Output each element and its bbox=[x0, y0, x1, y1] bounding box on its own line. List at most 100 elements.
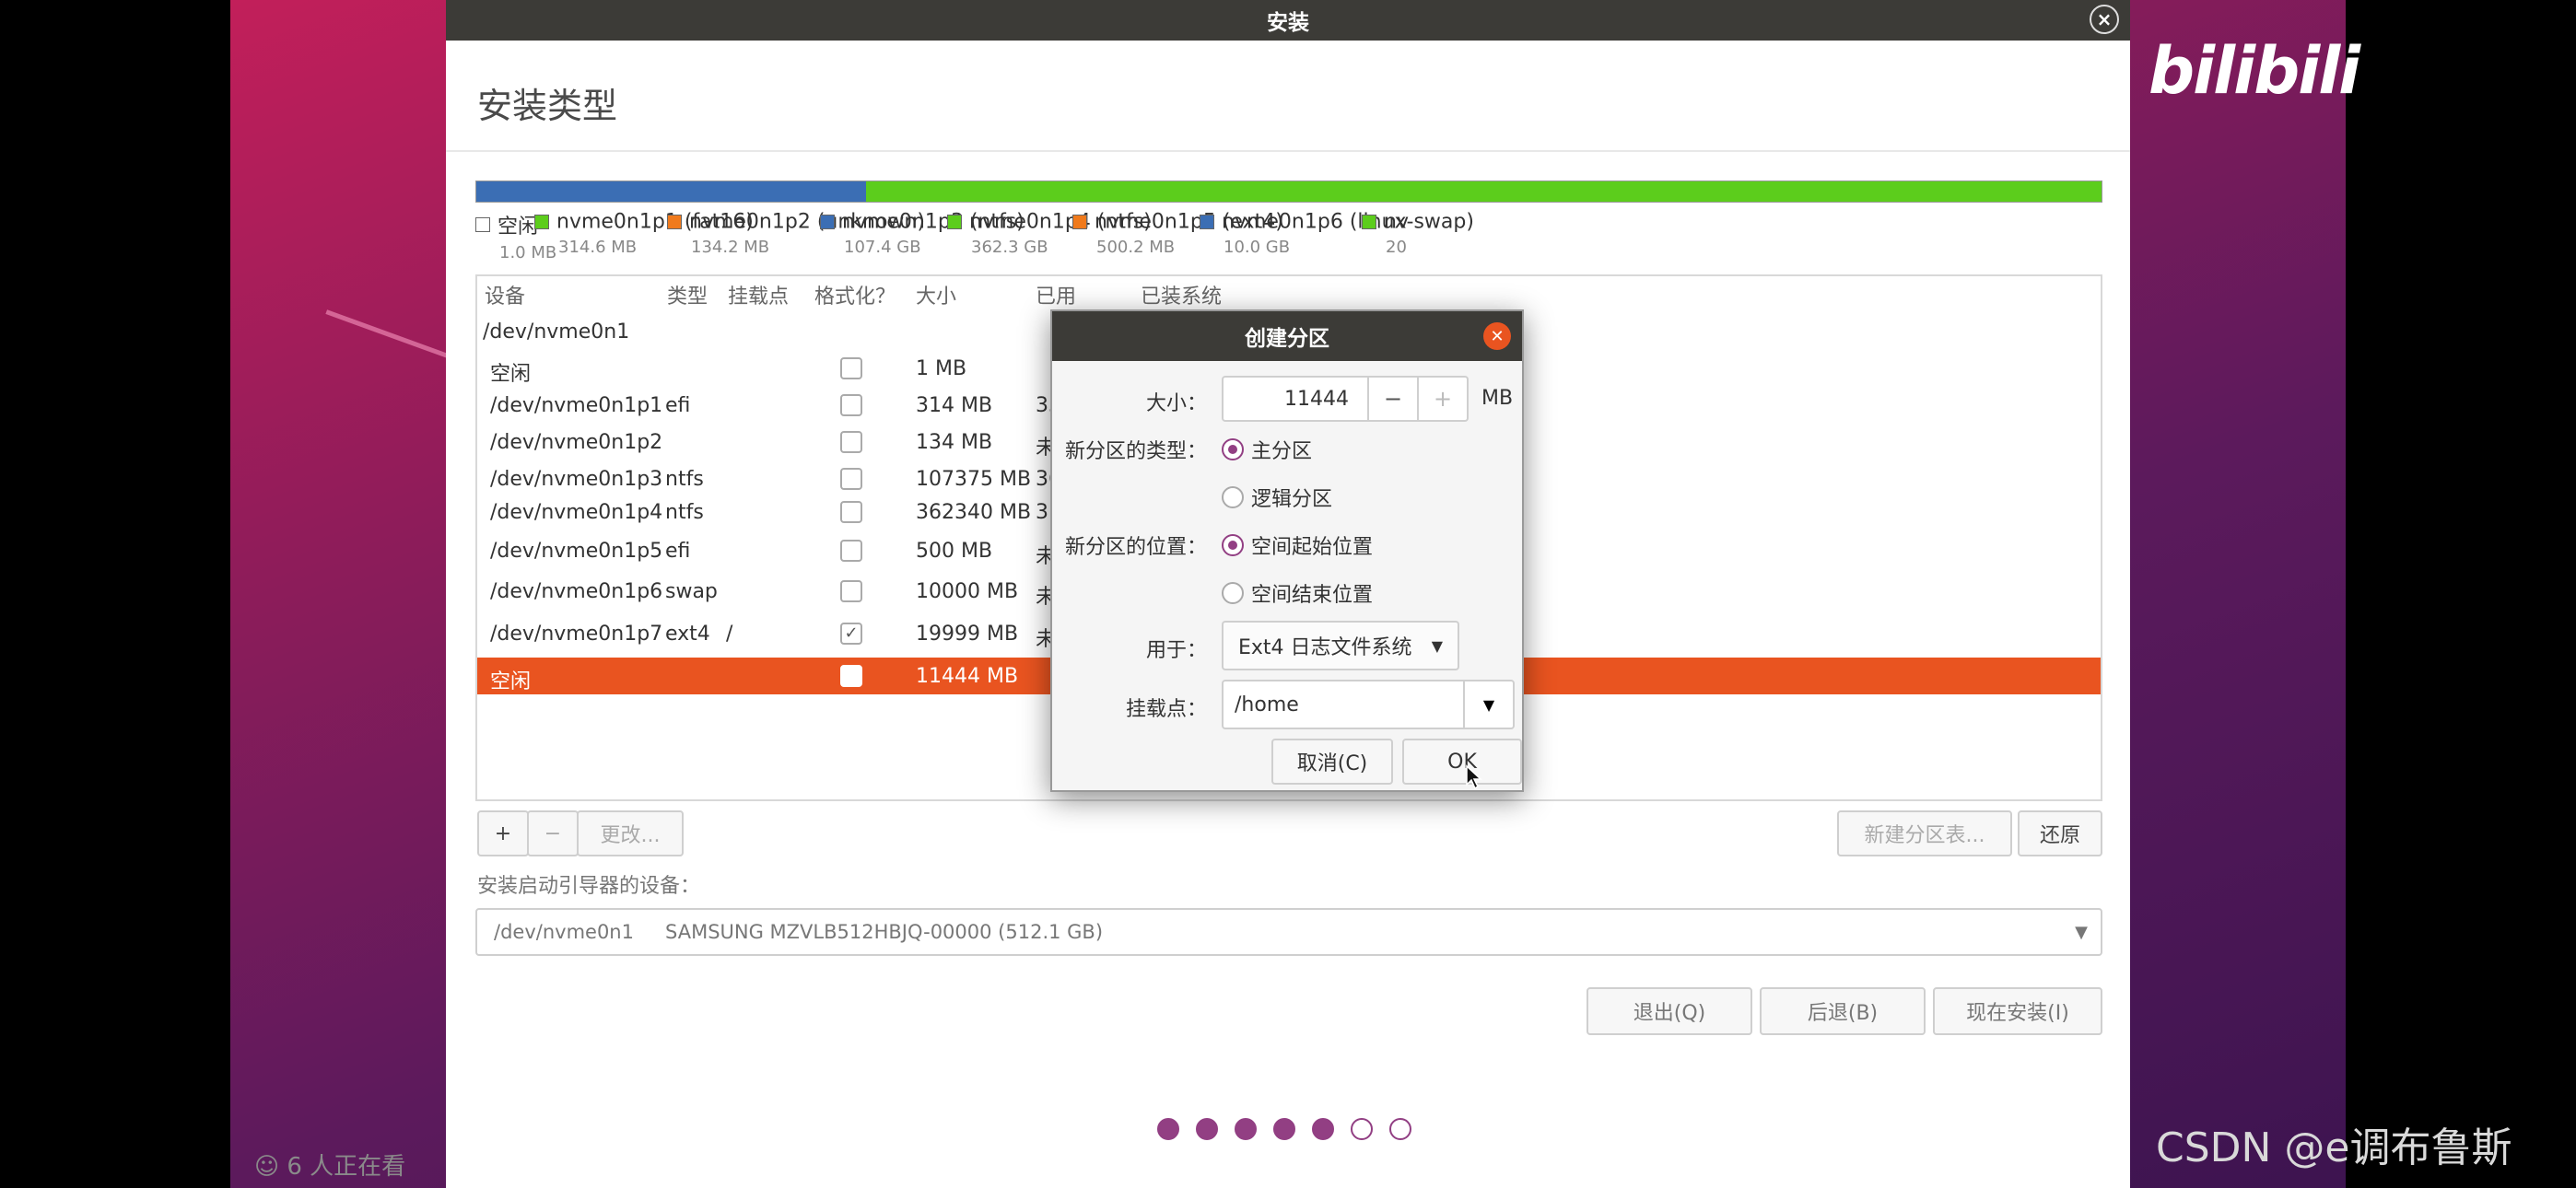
radio-unchecked-icon bbox=[1222, 582, 1244, 604]
row-device: /dev/nvme0n1p4 bbox=[490, 501, 663, 524]
new-partition-table-button[interactable]: 新建分区表... bbox=[1837, 810, 2012, 856]
row-device: 空闲 bbox=[490, 363, 532, 386]
row-size: 19999 MB bbox=[916, 623, 1019, 646]
partition-bar-segment bbox=[476, 181, 867, 202]
col-header-os: 已装系统 bbox=[1141, 285, 1223, 309]
viewers-text: 6 人正在看 bbox=[287, 1153, 406, 1181]
chevron-down-icon: ▼ bbox=[1431, 637, 1443, 655]
screen: 安装 × 安装类型 空闲 1.0 MB nvme0n1p1 (fat16) 314.6… bbox=[0, 0, 2576, 1188]
legend-swatch bbox=[820, 215, 835, 229]
progress-dot bbox=[1312, 1118, 1334, 1140]
window-titlebar: 安装 × bbox=[446, 0, 2130, 41]
legend-size: 10.0 GB bbox=[1224, 237, 1291, 257]
page-title: 安装类型 bbox=[477, 86, 618, 126]
format-checkbox[interactable] bbox=[840, 431, 862, 453]
row-type: swap bbox=[665, 580, 718, 603]
format-checkbox[interactable] bbox=[840, 468, 862, 490]
col-header-type: 类型 bbox=[667, 285, 708, 309]
partition-legend: 空闲 1.0 MB nvme0n1p1 (fat16) 314.6 MB nvme0n1… bbox=[475, 210, 2102, 265]
format-checkbox[interactable] bbox=[840, 501, 862, 523]
format-checkbox[interactable]: ✓ bbox=[840, 623, 862, 645]
format-checkbox[interactable] bbox=[840, 357, 862, 379]
row-device: /dev/nvme0n1p6 bbox=[490, 580, 663, 603]
dialog-title: 创建分区 bbox=[1245, 327, 1329, 351]
size-spinbox[interactable]: 11444 − + bbox=[1222, 376, 1469, 422]
format-checkbox[interactable] bbox=[840, 665, 862, 687]
csdn-watermark: CSDN @e调布鲁斯 bbox=[2156, 1124, 2512, 1171]
window-title: 安装 bbox=[1267, 11, 1309, 35]
progress-dot bbox=[1389, 1118, 1411, 1140]
quit-button[interactable]: 退出(Q) bbox=[1587, 987, 1752, 1035]
radio-primary[interactable]: 主分区 bbox=[1222, 435, 1312, 464]
size-unit: MB bbox=[1481, 387, 1514, 410]
legend-item: nv 20 bbox=[1362, 210, 1409, 257]
legend-swatch bbox=[947, 215, 962, 229]
row-type: efi bbox=[665, 394, 691, 417]
use-as-label: 用于： bbox=[1145, 639, 1207, 662]
legend-name: nvme0n1p6 (linux-swap) bbox=[1222, 210, 1474, 234]
col-header-device: 设备 bbox=[485, 285, 526, 309]
row-size: 1 MB bbox=[916, 357, 967, 380]
radio-location-end[interactable]: 空间结束位置 bbox=[1222, 578, 1373, 608]
radio-unchecked-icon bbox=[1222, 486, 1244, 508]
row-mount: / bbox=[726, 623, 733, 646]
col-header-used: 已用 bbox=[1036, 285, 1077, 309]
row-type: efi bbox=[665, 540, 691, 563]
boot-device-path: /dev/nvme0n1 bbox=[494, 921, 634, 943]
bootloader-device-select[interactable]: /dev/nvme0n1 SAMSUNG MZVLB512HBJQ-00000 … bbox=[475, 908, 2102, 956]
format-checkbox[interactable] bbox=[840, 580, 862, 602]
create-partition-dialog: 创建分区 ✕ 大小： 11444 − + MB 新分区的类型： 主分区 逻辑分区… bbox=[1050, 309, 1524, 792]
legend-size: 20 bbox=[1386, 237, 1407, 257]
row-device: /dev/nvme0n1p1 bbox=[490, 394, 663, 417]
row-size: 500 MB bbox=[916, 540, 993, 563]
partition-type-label: 新分区的类型： bbox=[1064, 440, 1207, 463]
row-size: 11444 MB bbox=[916, 665, 1019, 688]
legend-swatch bbox=[475, 217, 490, 232]
progress-dot bbox=[1196, 1118, 1218, 1140]
legend-name: nv bbox=[1384, 210, 1409, 234]
radio-location-begin-label: 空间起始位置 bbox=[1251, 536, 1374, 559]
bilibili-logo: bilibili bbox=[2149, 33, 2360, 109]
plus-icon[interactable]: + bbox=[1417, 378, 1467, 420]
legend-swatch bbox=[667, 215, 682, 229]
size-label: 大小： bbox=[1145, 392, 1207, 415]
partition-location-label: 新分区的位置： bbox=[1064, 536, 1207, 559]
viewers-icon: ☺ bbox=[254, 1153, 287, 1181]
disk-name: /dev/nvme0n1 bbox=[483, 320, 630, 344]
partition-bar-segment bbox=[866, 181, 2102, 202]
mount-point-input[interactable]: /home bbox=[1224, 681, 1463, 728]
cancel-button[interactable]: 取消(C) bbox=[1271, 739, 1393, 785]
radio-logical-label: 逻辑分区 bbox=[1251, 488, 1333, 511]
progress-dot bbox=[1235, 1118, 1257, 1140]
header-separator bbox=[446, 150, 2130, 152]
radio-location-end-label: 空间结束位置 bbox=[1251, 584, 1374, 607]
format-checkbox[interactable] bbox=[840, 540, 862, 562]
filesystem-select[interactable]: Ext4 日志文件系统 ▼ bbox=[1222, 621, 1459, 670]
mount-point-combo[interactable]: /home ▼ bbox=[1222, 680, 1515, 729]
change-partition-button[interactable]: 更改... bbox=[577, 810, 684, 856]
minus-icon[interactable]: − bbox=[1367, 378, 1417, 420]
add-partition-button[interactable]: + bbox=[477, 810, 529, 856]
format-checkbox[interactable] bbox=[840, 394, 862, 416]
ok-button[interactable]: OK bbox=[1402, 739, 1522, 785]
window-close-icon[interactable]: × bbox=[2090, 5, 2119, 34]
col-header-format: 格式化？ bbox=[814, 285, 896, 309]
row-size: 134 MB bbox=[916, 431, 993, 454]
row-device: /dev/nvme0n1p7 bbox=[490, 623, 663, 646]
radio-checked-icon bbox=[1222, 438, 1244, 460]
row-device: /dev/nvme0n1p5 bbox=[490, 540, 663, 563]
size-value[interactable]: 11444 bbox=[1224, 378, 1367, 420]
radio-logical[interactable]: 逻辑分区 bbox=[1222, 483, 1332, 512]
back-button[interactable]: 后退(B) bbox=[1760, 987, 1926, 1035]
install-now-button[interactable]: 现在安装(I) bbox=[1933, 987, 2102, 1035]
boot-device-model: SAMSUNG MZVLB512HBJQ-00000 (512.1 GB) bbox=[664, 921, 1104, 943]
remove-partition-button[interactable]: − bbox=[527, 810, 579, 856]
legend-swatch bbox=[1362, 215, 1376, 229]
radio-location-begin[interactable]: 空间起始位置 bbox=[1222, 530, 1373, 560]
chevron-down-icon[interactable]: ▼ bbox=[1463, 681, 1513, 728]
dialog-close-icon[interactable]: ✕ bbox=[1483, 322, 1511, 350]
revert-button[interactable]: 还原 bbox=[2018, 810, 2102, 856]
mount-point-label: 挂载点： bbox=[1125, 698, 1207, 721]
row-size: 362340 MB bbox=[916, 501, 1032, 524]
row-device: /dev/nvme0n1p2 bbox=[490, 431, 663, 454]
